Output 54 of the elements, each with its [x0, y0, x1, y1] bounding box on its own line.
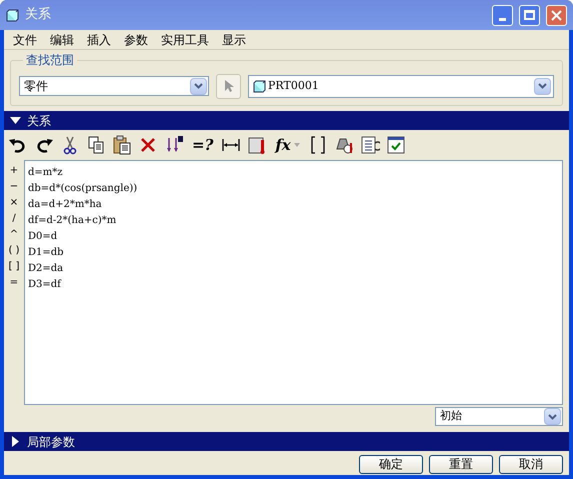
menu-item[interactable]: 编辑 [50, 30, 74, 48]
operator-button[interactable]: / [12, 212, 16, 225]
operator-button[interactable]: + [10, 164, 18, 177]
relation-line: d=m*z [28, 166, 63, 180]
close-button[interactable] [546, 4, 567, 26]
relation-line: D0=d [28, 230, 58, 244]
menu-item[interactable]: 文件 [13, 30, 37, 48]
minimize-button[interactable] [492, 4, 513, 26]
copy-icon[interactable] [86, 135, 106, 155]
scale-icon[interactable] [247, 135, 268, 155]
section-title: 关系 [27, 112, 51, 130]
select-value: PRT0001 [268, 78, 319, 94]
window-title: 关系 [25, 6, 52, 24]
operator-button[interactable]: × [10, 196, 18, 209]
dialog-button[interactable]: 重置 [429, 455, 493, 474]
menu-item[interactable]: 插入 [87, 30, 111, 48]
maximize-button[interactable] [519, 4, 540, 26]
list-icon[interactable] [360, 135, 380, 155]
model-select[interactable]: PRT0001 [248, 74, 554, 98]
dialog-button[interactable]: 取消 [499, 455, 563, 474]
menu-item[interactable]: 实用工具 [161, 30, 209, 48]
toolbar-button[interactable]: =? [190, 133, 216, 157]
cube-icon [253, 80, 266, 92]
operator-button[interactable]: ( ) [8, 244, 20, 257]
relation-line: D1=db [28, 246, 64, 260]
local-params-header[interactable]: 局部参数 [4, 432, 569, 451]
relations-header[interactable]: 关系 [4, 111, 569, 130]
section-title: 局部参数 [27, 434, 75, 450]
relation-line: db=d*(cos(prsangle)) [28, 182, 138, 196]
toolbar-button[interactable]: fx [273, 133, 302, 157]
operator-button[interactable]: ^ [10, 228, 18, 241]
triangle-down-icon [10, 115, 21, 126]
state-select[interactable]: 初始 [435, 407, 563, 426]
relation-line: df=d-2*(ha+c)*m [28, 214, 116, 228]
close-icon [551, 10, 562, 20]
type-select[interactable]: 零件 [19, 76, 209, 96]
pointer-icon [224, 79, 234, 93]
operator-button[interactable]: − [10, 180, 18, 193]
select-value: 零件 [24, 78, 48, 95]
relation-line: da=d+2*m*ha [28, 198, 102, 212]
relations-editor[interactable]: d=m*z db=d*(cos(prsangle)) da=d+2*m*ha df=d-2*(ha+c)*m D0=d D1=db D2=da D3=df [24, 160, 563, 405]
select-value: 初始 [440, 408, 462, 424]
relation-line: D2=da [28, 262, 64, 276]
paste-icon[interactable] [112, 135, 132, 155]
menu-item[interactable]: 参数 [124, 30, 148, 48]
relation-line: D3=df [28, 278, 61, 292]
checklist-icon[interactable] [386, 135, 406, 155]
dialog-button[interactable]: 确定 [359, 455, 423, 474]
triangle-right-icon [10, 436, 21, 447]
cube-icon [6, 8, 19, 22]
menu-item[interactable]: 显示 [222, 30, 246, 48]
operator-button[interactable]: [ ] [8, 260, 20, 273]
group-title: 查找范围 [23, 52, 77, 68]
operator-button[interactable]: = [10, 276, 18, 289]
